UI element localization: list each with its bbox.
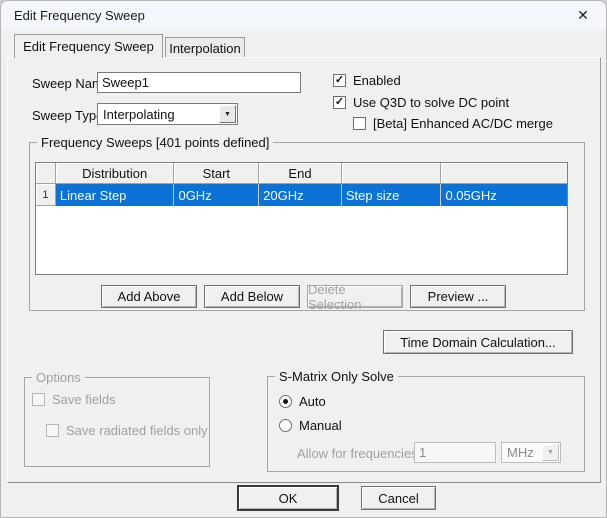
table-row[interactable]: 1 Linear Step 0GHz 20GHz Step size 0.05G… xyxy=(36,184,567,206)
s-matrix-group-title: S-Matrix Only Solve xyxy=(275,369,398,384)
enabled-checkbox[interactable]: ✓ Enabled xyxy=(333,73,401,88)
delete-selection-button: Delete Selection xyxy=(307,282,403,312)
chevron-down-icon[interactable]: ▼ xyxy=(219,105,236,123)
s-matrix-group: S-Matrix Only Solve Auto Manual Allow fo… xyxy=(267,369,585,472)
manual-radio[interactable]: Manual xyxy=(279,418,342,433)
cell-distribution[interactable]: Linear Step xyxy=(55,184,175,206)
frequency-threshold-input: 1 xyxy=(414,442,496,463)
close-icon[interactable]: ✕ xyxy=(560,1,606,29)
frequency-sweeps-group-title: Frequency Sweeps [401 points defined] xyxy=(37,135,274,150)
cancel-button[interactable]: Cancel xyxy=(361,486,436,510)
checkbox-check-icon: ✓ xyxy=(333,96,346,109)
checkbox-empty-icon xyxy=(353,117,366,130)
row-number: 1 xyxy=(36,184,56,206)
add-above-button[interactable]: Add Above xyxy=(101,285,197,308)
manual-label: Manual xyxy=(299,418,342,433)
checkbox-empty-icon xyxy=(32,393,45,406)
header-start: Start xyxy=(174,163,260,184)
radio-selected-icon xyxy=(279,395,292,408)
checkbox-check-icon: ✓ xyxy=(333,74,346,87)
cell-end[interactable]: 20GHz xyxy=(259,184,342,206)
sweep-name-input[interactable]: Sweep1 xyxy=(97,72,301,93)
frequency-threshold-value: 1 xyxy=(419,445,427,460)
sweep-type-select[interactable]: Interpolating ▼ xyxy=(97,103,238,125)
cell-step-label[interactable]: Step size xyxy=(341,184,442,206)
sweep-name-value: Sweep1 xyxy=(102,75,149,90)
header-rownum xyxy=(36,163,56,184)
cell-step-size[interactable]: 0.05GHz xyxy=(441,184,567,206)
options-group: Options Save fields Save radiated fields… xyxy=(24,370,210,467)
save-fields-label: Save fields xyxy=(52,392,116,407)
time-domain-calculation-button[interactable]: Time Domain Calculation... xyxy=(383,330,573,354)
frequency-sweeps-group: Frequency Sweeps [401 points defined] Di… xyxy=(29,135,585,312)
tab-edit-frequency-sweep[interactable]: Edit Frequency Sweep xyxy=(14,34,163,58)
enabled-label: Enabled xyxy=(353,73,401,88)
header-col4 xyxy=(341,163,442,184)
use-q3d-checkbox[interactable]: ✓ Use Q3D to solve DC point xyxy=(333,95,509,110)
header-distribution: Distribution xyxy=(55,163,175,184)
tab-page-edit-frequency-sweep: Sweep Name: Sweep1 Sweep Type: Interpola… xyxy=(7,57,601,483)
radio-unselected-icon xyxy=(279,419,292,432)
unit-value: MHz xyxy=(507,445,534,460)
beta-merge-checkbox[interactable]: [Beta] Enhanced AC/DC merge xyxy=(353,116,553,131)
auto-radio[interactable]: Auto xyxy=(279,394,326,409)
sweep-type-label: Sweep Type: xyxy=(32,108,107,123)
use-q3d-label: Use Q3D to solve DC point xyxy=(353,95,510,110)
table-header-row: Distribution Start End xyxy=(36,163,567,184)
window-title: Edit Frequency Sweep xyxy=(14,7,145,23)
save-fields-checkbox: Save fields xyxy=(32,392,116,407)
tab-label: Edit Frequency Sweep xyxy=(23,39,154,54)
ok-button[interactable]: OK xyxy=(237,485,339,511)
frequency-sweeps-table[interactable]: Distribution Start End 1 Linear Step 0GH… xyxy=(35,162,568,275)
unit-select: MHz ▼ xyxy=(501,442,561,463)
auto-label: Auto xyxy=(299,394,326,409)
checkbox-empty-icon xyxy=(46,424,59,437)
sweep-type-value: Interpolating xyxy=(103,106,175,122)
add-below-button[interactable]: Add Below xyxy=(204,285,300,308)
edit-frequency-sweep-dialog: Edit Frequency Sweep ✕ Sweep Name: Sweep… xyxy=(0,0,607,518)
save-radiated-label: Save radiated fields only xyxy=(66,423,208,438)
cell-start[interactable]: 0GHz xyxy=(174,184,260,206)
save-radiated-checkbox: Save radiated fields only xyxy=(46,423,208,438)
header-end: End xyxy=(259,163,342,184)
tab-interpolation[interactable]: Interpolation xyxy=(165,37,245,58)
options-group-title: Options xyxy=(32,370,85,385)
tab-label: Interpolation xyxy=(169,40,241,56)
preview-button[interactable]: Preview ... xyxy=(410,285,506,308)
header-col5 xyxy=(441,163,567,184)
beta-merge-label: [Beta] Enhanced AC/DC merge xyxy=(373,116,553,131)
chevron-down-icon: ▼ xyxy=(542,444,559,461)
titlebar[interactable]: Edit Frequency Sweep ✕ xyxy=(1,1,606,29)
